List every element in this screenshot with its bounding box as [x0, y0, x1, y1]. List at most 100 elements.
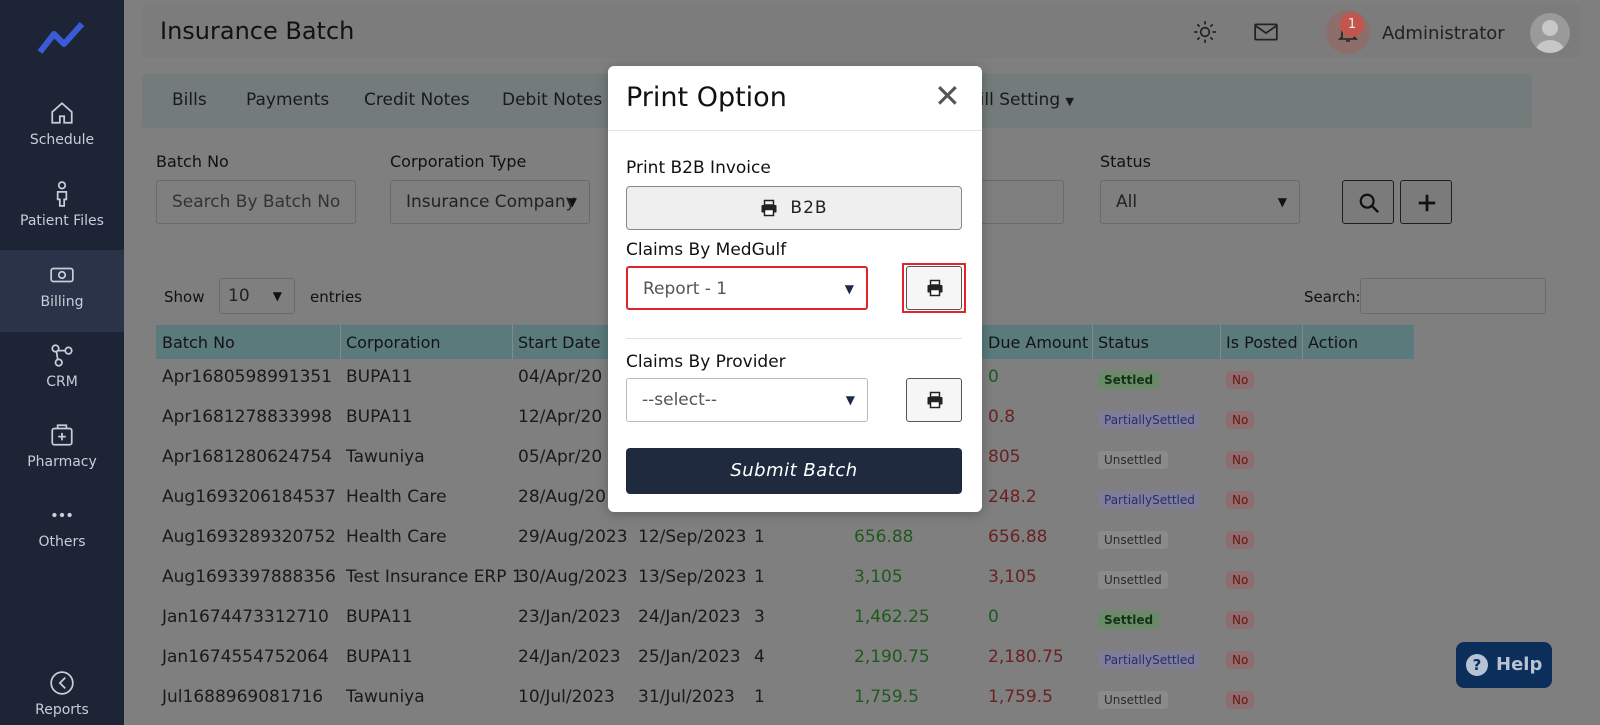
- sidebar-item-billing[interactable]: Billing: [0, 250, 124, 332]
- help-label: Help: [1496, 654, 1543, 675]
- cell-due-amount: 0.8: [988, 407, 1016, 427]
- cell-start-date: 10/Jul/2023: [518, 687, 615, 707]
- tab-bills[interactable]: Bills: [172, 90, 207, 110]
- tab-credit-notes[interactable]: Credit Notes: [364, 90, 470, 110]
- cell-batch-no: Jul1688969081716: [162, 687, 324, 707]
- column-header-batch-no[interactable]: Batch No: [162, 333, 235, 352]
- sidebar-item-label: Patient Files: [20, 213, 104, 229]
- column-header-due-amount[interactable]: Due Amount: [988, 333, 1088, 352]
- status-badge: Settled: [1098, 611, 1160, 629]
- entries-label: entries: [310, 288, 362, 306]
- print-option-modal: Print Option ✕ Print B2B Invoice B2B Cla…: [608, 66, 982, 512]
- page-title: Insurance Batch: [160, 17, 355, 45]
- help-button[interactable]: ? Help: [1456, 642, 1552, 688]
- posted-badge: No: [1226, 411, 1255, 429]
- b2b-print-button[interactable]: B2B: [626, 186, 962, 230]
- column-divider: [1220, 325, 1221, 359]
- corporation-type-select[interactable]: Insurance Company ▼: [390, 180, 590, 224]
- batch-no-input[interactable]: Search By Batch No: [156, 180, 356, 224]
- column-divider: [1302, 325, 1303, 359]
- status-badge: Unsettled: [1098, 571, 1168, 589]
- posted-badge: No: [1226, 531, 1255, 549]
- search-button[interactable]: [1342, 180, 1394, 224]
- cell-due-amount: 656.88: [988, 527, 1048, 547]
- sidebar-item-label: Schedule: [29, 132, 95, 148]
- mail-icon[interactable]: [1252, 19, 1280, 45]
- sidebar-item-reports[interactable]: Reports: [0, 670, 124, 725]
- provider-claims-label: Claims By Provider: [626, 352, 786, 372]
- medgulf-claims-label: Claims By MedGulf: [626, 240, 787, 260]
- cell-amount: 656.88: [854, 527, 914, 547]
- sidebar-item-label: Others: [38, 534, 86, 550]
- select-value: --select--: [642, 390, 718, 410]
- status-badge: Unsettled: [1098, 691, 1168, 709]
- medgulf-print-button[interactable]: [906, 266, 962, 310]
- modal-divider: [608, 130, 982, 131]
- question-icon: ?: [1466, 654, 1488, 676]
- cell-due-amount: 805: [988, 447, 1021, 467]
- home-icon: [51, 102, 73, 124]
- cell-batch-no: Apr1680598991351: [162, 367, 333, 387]
- modal-title: Print Option: [626, 82, 787, 113]
- provider-print-button[interactable]: [906, 378, 962, 422]
- sidebar-item-pharmacy[interactable]: Pharmacy: [0, 422, 124, 502]
- sidebar-item-schedule[interactable]: Schedule: [0, 100, 124, 180]
- entries-select[interactable]: 10 ▼: [219, 278, 295, 314]
- cell-due-amount: 0: [988, 367, 999, 387]
- sidebar-item-crm[interactable]: CRM: [0, 342, 124, 422]
- user-name[interactable]: Administrator: [1382, 23, 1505, 44]
- column-header-is-posted[interactable]: Is Posted: [1226, 333, 1298, 352]
- cell-amount: 3,105: [854, 567, 903, 587]
- top-header: Insurance Batch 1 Administrator: [142, 4, 1580, 58]
- cell-corporation: Tawuniya: [346, 447, 425, 467]
- status-badge: Unsettled: [1098, 531, 1168, 549]
- cell-due-amount: 0: [988, 607, 999, 627]
- cell-batch-no: Jan1674473312710: [162, 607, 329, 627]
- sidebar-item-patient-files[interactable]: Patient Files: [0, 181, 124, 261]
- sidebar-item-label: Reports: [35, 702, 89, 718]
- medgulf-report-select[interactable]: Report - 1 ▼: [626, 266, 868, 310]
- app-logo-icon[interactable]: [38, 20, 86, 56]
- cell-count: 4: [754, 647, 765, 667]
- select-value: Report - 1: [643, 279, 728, 299]
- cell-start-date: 04/Apr/20: [518, 367, 603, 387]
- tab-debit-notes[interactable]: Debit Notes: [502, 90, 602, 110]
- printer-icon: [927, 279, 943, 297]
- cell-batch-no: Jan1674554752064: [162, 647, 329, 667]
- submit-batch-button[interactable]: Submit Batch: [626, 448, 962, 494]
- provider-select[interactable]: --select-- ▼: [626, 378, 868, 422]
- avatar[interactable]: [1530, 13, 1570, 53]
- cell-corporation: BUPA11: [346, 607, 413, 627]
- column-divider: [512, 325, 513, 359]
- cell-amount: 2,190.75: [854, 647, 930, 667]
- select-value: Insurance Company: [406, 192, 576, 212]
- column-header-action[interactable]: Action: [1308, 333, 1358, 352]
- chevron-down-icon: ▼: [1277, 195, 1287, 209]
- sidebar-item-label: Pharmacy: [27, 454, 97, 470]
- sidebar: Schedule Patient Files Billing CRM Pharm…: [0, 0, 124, 725]
- tab-bill-setting[interactable]: Bill Setting ▼: [968, 90, 1074, 110]
- status-label: Status: [1100, 152, 1151, 171]
- sidebar-item-label: Billing: [40, 294, 84, 310]
- plus-icon: [1418, 194, 1436, 212]
- gear-icon[interactable]: [1192, 19, 1218, 45]
- sidebar-item-others[interactable]: Others: [0, 502, 124, 582]
- cell-start-date: 28/Aug/20: [518, 487, 606, 507]
- tab-payments[interactable]: Payments: [246, 90, 329, 110]
- column-header-corporation[interactable]: Corporation: [346, 333, 441, 352]
- status-badge: Settled: [1098, 371, 1160, 389]
- more-dots-icon: [52, 512, 72, 518]
- column-header-status[interactable]: Status: [1098, 333, 1149, 352]
- search-icon: [1359, 193, 1380, 214]
- add-batch-button[interactable]: [1400, 180, 1452, 224]
- cell-due-amount: 1,759.5: [988, 687, 1053, 707]
- b2b-invoice-label: Print B2B Invoice: [626, 158, 771, 178]
- close-icon[interactable]: ✕: [934, 80, 961, 112]
- column-header-start-date[interactable]: Start Date: [518, 333, 600, 352]
- cell-end-date: 12/Sep/2023: [638, 527, 747, 547]
- filter-input[interactable]: [980, 180, 1064, 224]
- cell-amount: 1,462.25: [854, 607, 930, 627]
- table-search-input[interactable]: [1360, 278, 1546, 314]
- chevron-down-icon: ▼: [844, 282, 854, 296]
- status-select[interactable]: All ▼: [1100, 180, 1300, 224]
